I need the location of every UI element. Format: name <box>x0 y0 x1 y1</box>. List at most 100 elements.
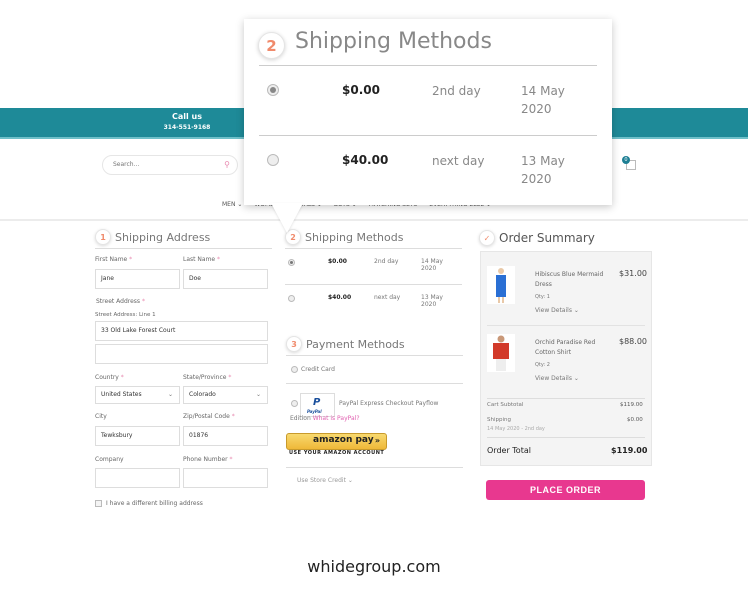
shipping-label: Shipping <box>487 417 511 423</box>
callout-shipping-radio[interactable] <box>267 84 279 96</box>
credit-card-radio[interactable] <box>291 366 298 373</box>
cart-count-badge: 0 <box>622 156 630 164</box>
order-total-value: $119.00 <box>611 446 648 455</box>
step-number: 3 <box>286 336 302 352</box>
shipping-option-price: $0.00 <box>328 258 347 265</box>
street-line2-field[interactable] <box>95 344 268 364</box>
product-image[interactable] <box>487 266 515 304</box>
divider <box>286 467 463 468</box>
street-line1-field[interactable]: 33 Old Lake Forest Court <box>95 321 268 341</box>
credit-card-label: Credit Card <box>301 366 335 373</box>
step-number: 1 <box>95 229 111 245</box>
last-name-field[interactable]: Doe <box>183 269 268 289</box>
divider <box>286 355 463 356</box>
store-credit-toggle[interactable]: Use Store Credit ⌄ <box>297 477 353 484</box>
city-label: City <box>95 413 107 420</box>
shipping-option-speed: next day <box>374 294 401 301</box>
shipping-option-radio[interactable] <box>288 259 295 266</box>
call-us: Call us 314-551-9168 <box>150 112 224 131</box>
search-icon[interactable]: ⚲ <box>224 160 230 169</box>
zip-field[interactable]: 01876 <box>183 426 268 446</box>
product-name[interactable]: Orchid Paradise Red Cotton Shirt <box>535 338 595 358</box>
country-select[interactable]: United States ⌄ <box>95 386 180 404</box>
company-field[interactable] <box>95 468 180 488</box>
divider <box>487 437 645 438</box>
shipping-sub: 14 May 2020 - 2nd day <box>487 426 545 432</box>
company-label: Company <box>95 456 124 463</box>
callout-shipping-price: $40.00 <box>342 153 389 167</box>
divider <box>285 248 462 249</box>
divider <box>259 135 597 136</box>
shipping-option-radio[interactable] <box>288 295 295 302</box>
payment-methods-heading: 3 Payment Methods <box>286 336 405 352</box>
footer-brand: whidegroup.com <box>307 557 441 576</box>
callout-shipping-date: 13 May 2020 <box>521 154 565 186</box>
amazon-pay-button[interactable]: amazon pay » <box>286 433 387 450</box>
view-details-toggle[interactable]: View Details ⌄ <box>535 307 579 314</box>
call-us-title: Call us <box>172 112 202 121</box>
product-price: $88.00 <box>619 337 647 346</box>
section-title: Shipping Address <box>115 230 211 244</box>
section-title: Shipping Methods <box>305 230 404 244</box>
product-price: $31.00 <box>619 269 647 278</box>
callout-shipping-date: 14 May 2020 <box>521 84 565 116</box>
order-total-label: Order Total <box>487 446 531 455</box>
state-label: State/Province * <box>183 374 232 381</box>
amazon-sub-label: USE YOUR AMAZON ACCOUNT <box>289 450 385 456</box>
shipping-address-heading: 1 Shipping Address <box>95 229 210 245</box>
divider <box>95 248 272 249</box>
billing-address-label: I have a different billing address <box>106 500 203 507</box>
chevron-down-icon: ⌄ <box>255 391 261 398</box>
subtotal-value: $119.00 <box>620 402 643 408</box>
section-title: Order Summary <box>499 231 595 245</box>
shipping-value: $0.00 <box>627 417 643 423</box>
street-line1-label: Street Address: Line 1 <box>95 312 156 318</box>
product-image[interactable] <box>487 334 515 372</box>
first-name-label: First Name * <box>95 256 133 263</box>
divider <box>285 284 462 285</box>
product-name[interactable]: Hibiscus Blue Mermaid Dress <box>535 270 603 290</box>
callout-pointer <box>271 203 303 233</box>
city-field[interactable]: Tewksbury <box>95 426 180 446</box>
phone-field[interactable] <box>183 468 268 488</box>
paypal-radio[interactable] <box>291 400 298 407</box>
callout-shipping-speed: next day <box>432 154 485 168</box>
first-name-field[interactable]: Jane <box>95 269 180 289</box>
divider <box>487 325 645 326</box>
nav-item-men[interactable]: MEN ⌄ <box>222 201 242 208</box>
callout-shipping-price: $0.00 <box>342 83 380 97</box>
place-order-button[interactable]: PLACE ORDER <box>486 480 645 500</box>
cart-button[interactable]: 0 <box>622 156 638 172</box>
product-qty: Qty: 1 <box>535 294 550 300</box>
callout-shipping-speed: 2nd day <box>432 84 481 98</box>
country-label: Country * <box>95 374 124 381</box>
street-address-label: Street Address * <box>96 298 145 305</box>
view-details-toggle[interactable]: View Details ⌄ <box>535 375 579 382</box>
chevron-down-icon: ⌄ <box>167 391 173 398</box>
shipping-option-speed: 2nd day <box>374 258 399 265</box>
divider <box>487 398 645 399</box>
double-arrow-icon: » <box>374 436 380 445</box>
last-name-label: Last Name * <box>183 256 221 263</box>
shipping-option-price: $40.00 <box>328 294 352 301</box>
phone-label: Phone Number * <box>183 456 233 463</box>
order-summary-heading: ✓ Order Summary <box>479 230 595 246</box>
state-select[interactable]: Colorado ⌄ <box>183 386 268 404</box>
what-is-paypal-link[interactable]: What is PayPal? <box>313 415 360 422</box>
paypal-logo: P PayPal <box>300 393 335 417</box>
product-qty: Qty: 2 <box>535 362 550 368</box>
paypal-label-cont: Edition What is PayPal? <box>290 415 360 422</box>
call-us-phone[interactable]: 314-551-9168 <box>150 124 224 131</box>
paypal-p-icon: P <box>313 397 321 408</box>
search-input[interactable] <box>113 161 213 168</box>
shipping-option-date: 14 May 2020 <box>421 258 443 272</box>
billing-address-checkbox[interactable] <box>95 500 102 507</box>
dress-image <box>496 268 506 303</box>
divider <box>259 65 597 66</box>
zip-label: Zip/Postal Code * <box>183 413 235 420</box>
divider <box>286 383 463 384</box>
callout-shipping-radio[interactable] <box>267 154 279 166</box>
section-title: Payment Methods <box>306 337 405 351</box>
step-number-large: 2 <box>258 32 285 59</box>
search-box[interactable]: ⚲ <box>102 155 238 175</box>
